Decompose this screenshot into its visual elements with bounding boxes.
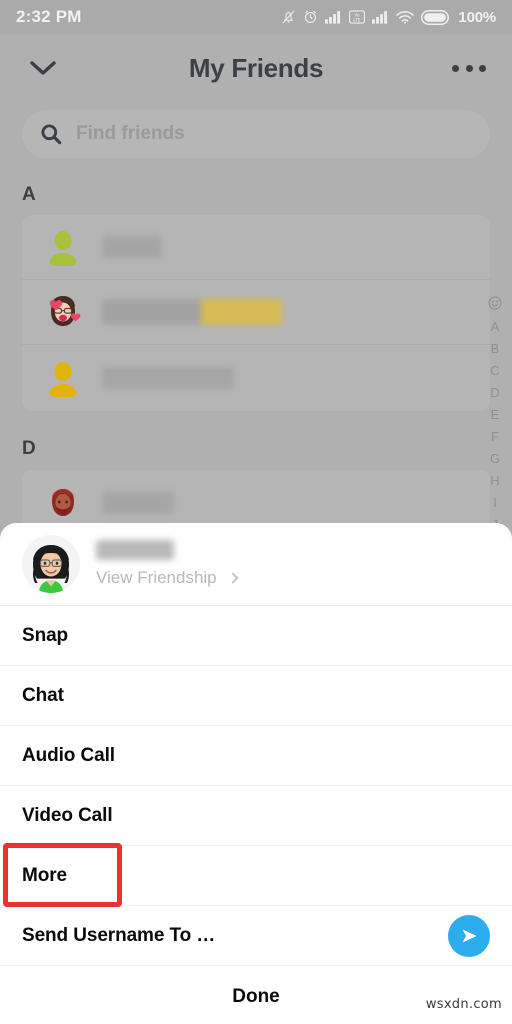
alpha-letter[interactable]: A — [491, 318, 500, 336]
bitmoji-glasses-green-avatar — [22, 535, 80, 593]
bell-muted-icon — [282, 10, 295, 24]
alpha-letter[interactable]: E — [491, 406, 500, 424]
menu-item-label: More — [22, 864, 67, 886]
search-bar-wrap — [22, 110, 490, 158]
section-header-a: A — [22, 184, 36, 205]
alarm-clock-icon — [305, 10, 317, 24]
search-icon — [41, 124, 62, 145]
more-options-icon[interactable] — [452, 61, 486, 75]
page-title: My Friends — [188, 52, 324, 83]
menu-item-video-call[interactable]: Video Call — [0, 786, 512, 846]
done-button[interactable]: Done — [0, 966, 512, 1024]
friend-name-blurred — [102, 236, 162, 258]
view-friendship-label: View Friendship — [96, 568, 217, 587]
bitmoji-hearts-avatar — [42, 291, 84, 333]
menu-item-snap[interactable]: Snap — [0, 606, 512, 666]
battery-percent: 100% — [458, 8, 496, 26]
svg-text:LTE: LTE — [354, 17, 361, 23]
action-sheet-identity: View Friendship — [96, 540, 239, 588]
friend-action-sheet: View Friendship Snap Chat Audio Call Vid… — [0, 523, 512, 1024]
menu-item-audio-call[interactable]: Audio Call — [0, 726, 512, 786]
alphabet-index[interactable]: A B C D E F G H I J — [484, 296, 506, 534]
friend-row[interactable] — [22, 215, 490, 280]
friend-list-a — [22, 215, 490, 411]
alpha-letter[interactable]: C — [490, 362, 499, 380]
battery-icon — [421, 9, 450, 25]
view-friendship-link[interactable]: View Friendship — [96, 568, 239, 588]
phone-screen: 2:32 PM Vo LTE 100% My Friends Find frie… — [0, 0, 512, 1024]
chevron-down-icon[interactable] — [26, 51, 60, 85]
menu-item-label: Audio Call — [22, 744, 115, 766]
friend-row[interactable] — [22, 280, 490, 345]
volte-icon: Vo LTE — [349, 10, 366, 24]
status-bar: 2:32 PM Vo LTE 100% — [0, 0, 512, 34]
alpha-letter[interactable]: F — [491, 428, 499, 446]
alpha-letter[interactable]: D — [490, 384, 499, 402]
signal-bars-2-icon — [372, 11, 388, 24]
menu-item-label: Snap — [22, 624, 69, 646]
friend-name-blurred — [96, 540, 174, 560]
menu-item-send-username[interactable]: Send Username To … — [0, 906, 512, 966]
nav-bar: My Friends — [0, 34, 512, 102]
signal-bars-icon — [325, 11, 341, 24]
search-input[interactable] — [76, 123, 472, 145]
smiley-face-icon[interactable] — [488, 296, 502, 314]
green-person-avatar — [42, 226, 84, 268]
alpha-letter[interactable]: I — [493, 494, 497, 512]
action-sheet-header: View Friendship — [0, 523, 512, 606]
friend-name-blurred — [102, 366, 234, 389]
friend-row[interactable] — [22, 345, 490, 410]
yellow-person-avatar — [42, 356, 84, 399]
watermark: wsxdn.com — [425, 997, 502, 1012]
status-time: 2:32 PM — [16, 7, 82, 26]
wifi-icon — [396, 11, 415, 24]
friend-name-blurred — [102, 299, 282, 325]
menu-item-label: Chat — [22, 684, 64, 706]
menu-item-label: Send Username To … — [22, 924, 216, 946]
section-header-d: D — [22, 438, 36, 459]
alpha-letter[interactable]: H — [490, 472, 499, 490]
chevron-right-icon — [226, 572, 239, 584]
menu-item-label: Video Call — [22, 804, 113, 826]
alpha-letter[interactable]: G — [490, 450, 500, 468]
menu-item-more[interactable]: More — [0, 846, 512, 906]
friend-name-blurred — [102, 491, 174, 514]
alpha-letter[interactable]: B — [491, 340, 500, 358]
bitmoji-beard-avatar — [42, 481, 84, 524]
status-icons: Vo LTE 100% — [281, 9, 496, 26]
menu-item-chat[interactable]: Chat — [0, 666, 512, 726]
send-arrow-icon[interactable] — [448, 914, 490, 957]
search-bar[interactable] — [22, 110, 490, 158]
done-label: Done — [232, 986, 280, 1007]
